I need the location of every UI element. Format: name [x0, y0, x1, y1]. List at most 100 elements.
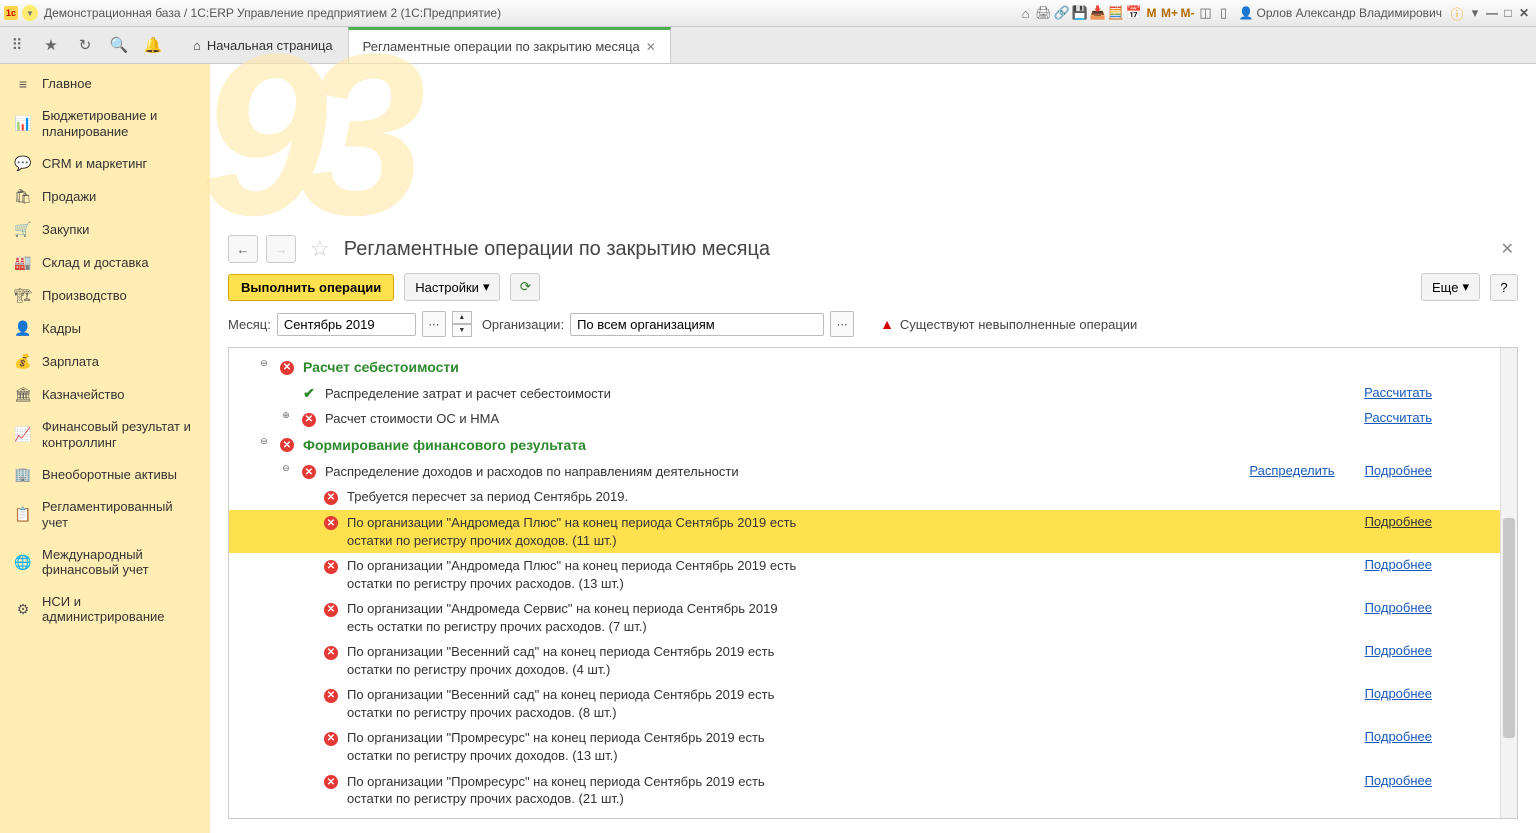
org-input[interactable] — [570, 313, 824, 336]
print-icon[interactable]: 🖨 — [1035, 5, 1053, 21]
sidebar-item-10[interactable]: 📈Финансовый результат и контроллинг — [0, 411, 210, 458]
toggle-icon[interactable]: ⊖ — [257, 358, 271, 369]
page-close-button[interactable]: ✕ — [1497, 235, 1518, 263]
month-up-button[interactable]: ▲ — [452, 311, 472, 324]
operation-row[interactable]: ⊖✕Распределение доходов и расходов по на… — [229, 459, 1500, 485]
warning-text: Существуют невыполненные операции — [900, 317, 1137, 332]
sidebar-item-4[interactable]: 🛒Закупки — [0, 213, 210, 246]
memory-mplus-icon[interactable]: M+ — [1161, 6, 1179, 20]
operation-row[interactable]: ✕По организации "Весенний сад" на конец … — [229, 682, 1500, 725]
operation-row[interactable]: ⊕✕Расчет стоимости ОС и НМАРассчитать — [229, 406, 1500, 432]
info-icon[interactable]: ⓘ — [1448, 4, 1466, 23]
sidebar-item-label: CRM и маркетинг — [42, 156, 196, 172]
link-icon[interactable]: 🔗 — [1053, 5, 1071, 21]
tab-close-icon[interactable]: ✕ — [646, 32, 656, 62]
maximize-button[interactable]: □ — [1500, 6, 1516, 20]
action-link[interactable]: Рассчитать — [1364, 410, 1432, 425]
detail-link[interactable]: Подробнее — [1365, 557, 1432, 572]
memory-mminus-icon[interactable]: M- — [1179, 6, 1197, 20]
operation-row[interactable]: ✕По организации "Промресурс" на конец пе… — [229, 769, 1500, 812]
group-row[interactable]: ⊖✕Формирование финансового результата — [229, 432, 1500, 459]
nav-back-button[interactable]: ← — [228, 235, 258, 263]
toggle-icon[interactable]: ⊖ — [257, 436, 271, 447]
save-icon[interactable]: 💾 — [1071, 5, 1089, 21]
titlebar: 1c ▼ Демонстрационная база / 1С:ERP Упра… — [0, 0, 1536, 27]
sidebar-item-9[interactable]: 🏛Казначейство — [0, 378, 210, 411]
operation-row[interactable]: ✔Распределение затрат и расчет себестоим… — [229, 381, 1500, 407]
operation-row[interactable]: ✕По организации "Промресурс" на конец пе… — [229, 725, 1500, 768]
dropdown-icon[interactable]: ▼ — [22, 5, 38, 21]
memory-m-icon[interactable]: M — [1143, 6, 1161, 20]
app-logo-icon: 1c — [4, 6, 18, 20]
grid-icon[interactable]: ◫ — [1197, 5, 1215, 21]
help-button[interactable]: ? — [1490, 274, 1518, 301]
month-input[interactable] — [277, 313, 416, 336]
book-icon[interactable]: ▯ — [1215, 5, 1233, 21]
calc-icon[interactable]: 🧮 — [1107, 5, 1125, 21]
scrollbar[interactable] — [1500, 348, 1517, 818]
search-icon[interactable]: 🔍 — [102, 27, 136, 63]
sidebar-item-5[interactable]: 🏭Склад и доставка — [0, 246, 210, 279]
sidebar-item-3[interactable]: 🛍Продажи — [0, 180, 210, 213]
detail-link[interactable]: Подробнее — [1365, 729, 1432, 744]
tab-operations[interactable]: Регламентные операции по закрытию месяца… — [348, 27, 671, 63]
bell-icon[interactable]: 🔔 — [136, 27, 170, 63]
action-link[interactable]: Рассчитать — [1364, 385, 1432, 400]
history-icon[interactable]: ↻ — [68, 27, 102, 63]
success-icon: ✔ — [303, 385, 315, 401]
menu-icon[interactable]: ▾ — [1466, 5, 1484, 21]
toggle-icon[interactable]: ⊖ — [279, 463, 293, 474]
warning-message: ▲ Существуют невыполненные операции — [880, 316, 1137, 332]
apps-icon[interactable]: ⠿ — [0, 27, 34, 63]
sidebar-item-label: НСИ и администрирование — [42, 594, 196, 625]
close-button[interactable]: ✕ — [1516, 6, 1532, 20]
detail-link[interactable]: Подробнее — [1365, 600, 1432, 615]
sidebar-item-8[interactable]: 💰Зарплата — [0, 345, 210, 378]
action-bar: Выполнить операции Настройки▾ ⟳ Еще▾ ? — [210, 269, 1536, 309]
group-row[interactable]: ⊖✕Расчет себестоимости — [229, 354, 1500, 381]
sidebar-item-7[interactable]: 👤Кадры — [0, 312, 210, 345]
sidebar-item-12[interactable]: 📋Регламентированный учет — [0, 491, 210, 538]
scrollbar-thumb[interactable] — [1503, 518, 1515, 738]
toolbar-icon[interactable]: ⌂ — [1017, 6, 1035, 21]
operation-row[interactable]: ✕При распределение доходов и расходов по… — [229, 812, 1500, 818]
tab-home-label: Начальная страница — [207, 29, 333, 63]
sidebar-item-6[interactable]: 🏗Производство — [0, 279, 210, 312]
calendar-icon[interactable]: 📅 — [1125, 5, 1143, 21]
sidebar-item-11[interactable]: 🏢Внеоборотные активы — [0, 458, 210, 491]
favorite-star-icon[interactable]: ☆ — [310, 236, 330, 262]
operation-row[interactable]: ✕По организации "Весенний сад" на конец … — [229, 639, 1500, 682]
sidebar-item-13[interactable]: 🌐Международный финансовый учет — [0, 539, 210, 586]
operation-row[interactable]: ✕По организации "Андромеда Плюс" на коне… — [229, 553, 1500, 596]
refresh-button[interactable]: ⟳ — [510, 273, 540, 301]
org-menu-button[interactable]: ⋯ — [830, 311, 854, 337]
sidebar-item-0[interactable]: ≡Главное — [0, 68, 210, 100]
detail-link[interactable]: Подробнее — [1365, 463, 1432, 478]
month-menu-button[interactable]: ⋯ — [422, 311, 446, 337]
detail-link[interactable]: Подробнее — [1365, 686, 1432, 701]
error-icon: ✕ — [324, 516, 338, 530]
nav-forward-button[interactable]: → — [266, 235, 296, 263]
execute-button[interactable]: Выполнить операции — [228, 274, 394, 301]
operation-row[interactable]: ✕По организации "Андромеда Сервис" на ко… — [229, 596, 1500, 639]
more-button[interactable]: Еще▾ — [1421, 273, 1480, 301]
detail-link[interactable]: Подробнее — [1365, 514, 1432, 529]
month-down-button[interactable]: ▼ — [452, 324, 472, 337]
favorite-icon[interactable]: ★ — [34, 27, 68, 63]
detail-link[interactable]: Подробнее — [1365, 773, 1432, 788]
detail-link[interactable]: Подробнее — [1365, 816, 1432, 818]
sidebar-item-14[interactable]: ⚙НСИ и администрирование — [0, 586, 210, 633]
load-icon[interactable]: 📥 — [1089, 5, 1107, 21]
operation-row[interactable]: ✕По организации "Андромеда Плюс" на коне… — [229, 510, 1500, 553]
watermark-icon: 93 — [200, 54, 1526, 215]
sidebar-item-2[interactable]: 💬CRM и маркетинг — [0, 147, 210, 180]
action-link[interactable]: Распределить — [1249, 463, 1334, 478]
user-label[interactable]: 👤Орлов Александр Владимирович — [1239, 6, 1442, 20]
settings-button[interactable]: Настройки▾ — [404, 273, 500, 301]
sidebar-item-1[interactable]: 📊Бюджетирование и планирование — [0, 100, 210, 147]
minimize-button[interactable]: — — [1484, 6, 1500, 20]
detail-link[interactable]: Подробнее — [1365, 643, 1432, 658]
tab-home[interactable]: ⌂ Начальная страница — [178, 28, 348, 63]
toggle-icon[interactable]: ⊕ — [279, 410, 293, 421]
operation-row[interactable]: ✕Требуется пересчет за период Сентябрь 2… — [229, 484, 1500, 510]
